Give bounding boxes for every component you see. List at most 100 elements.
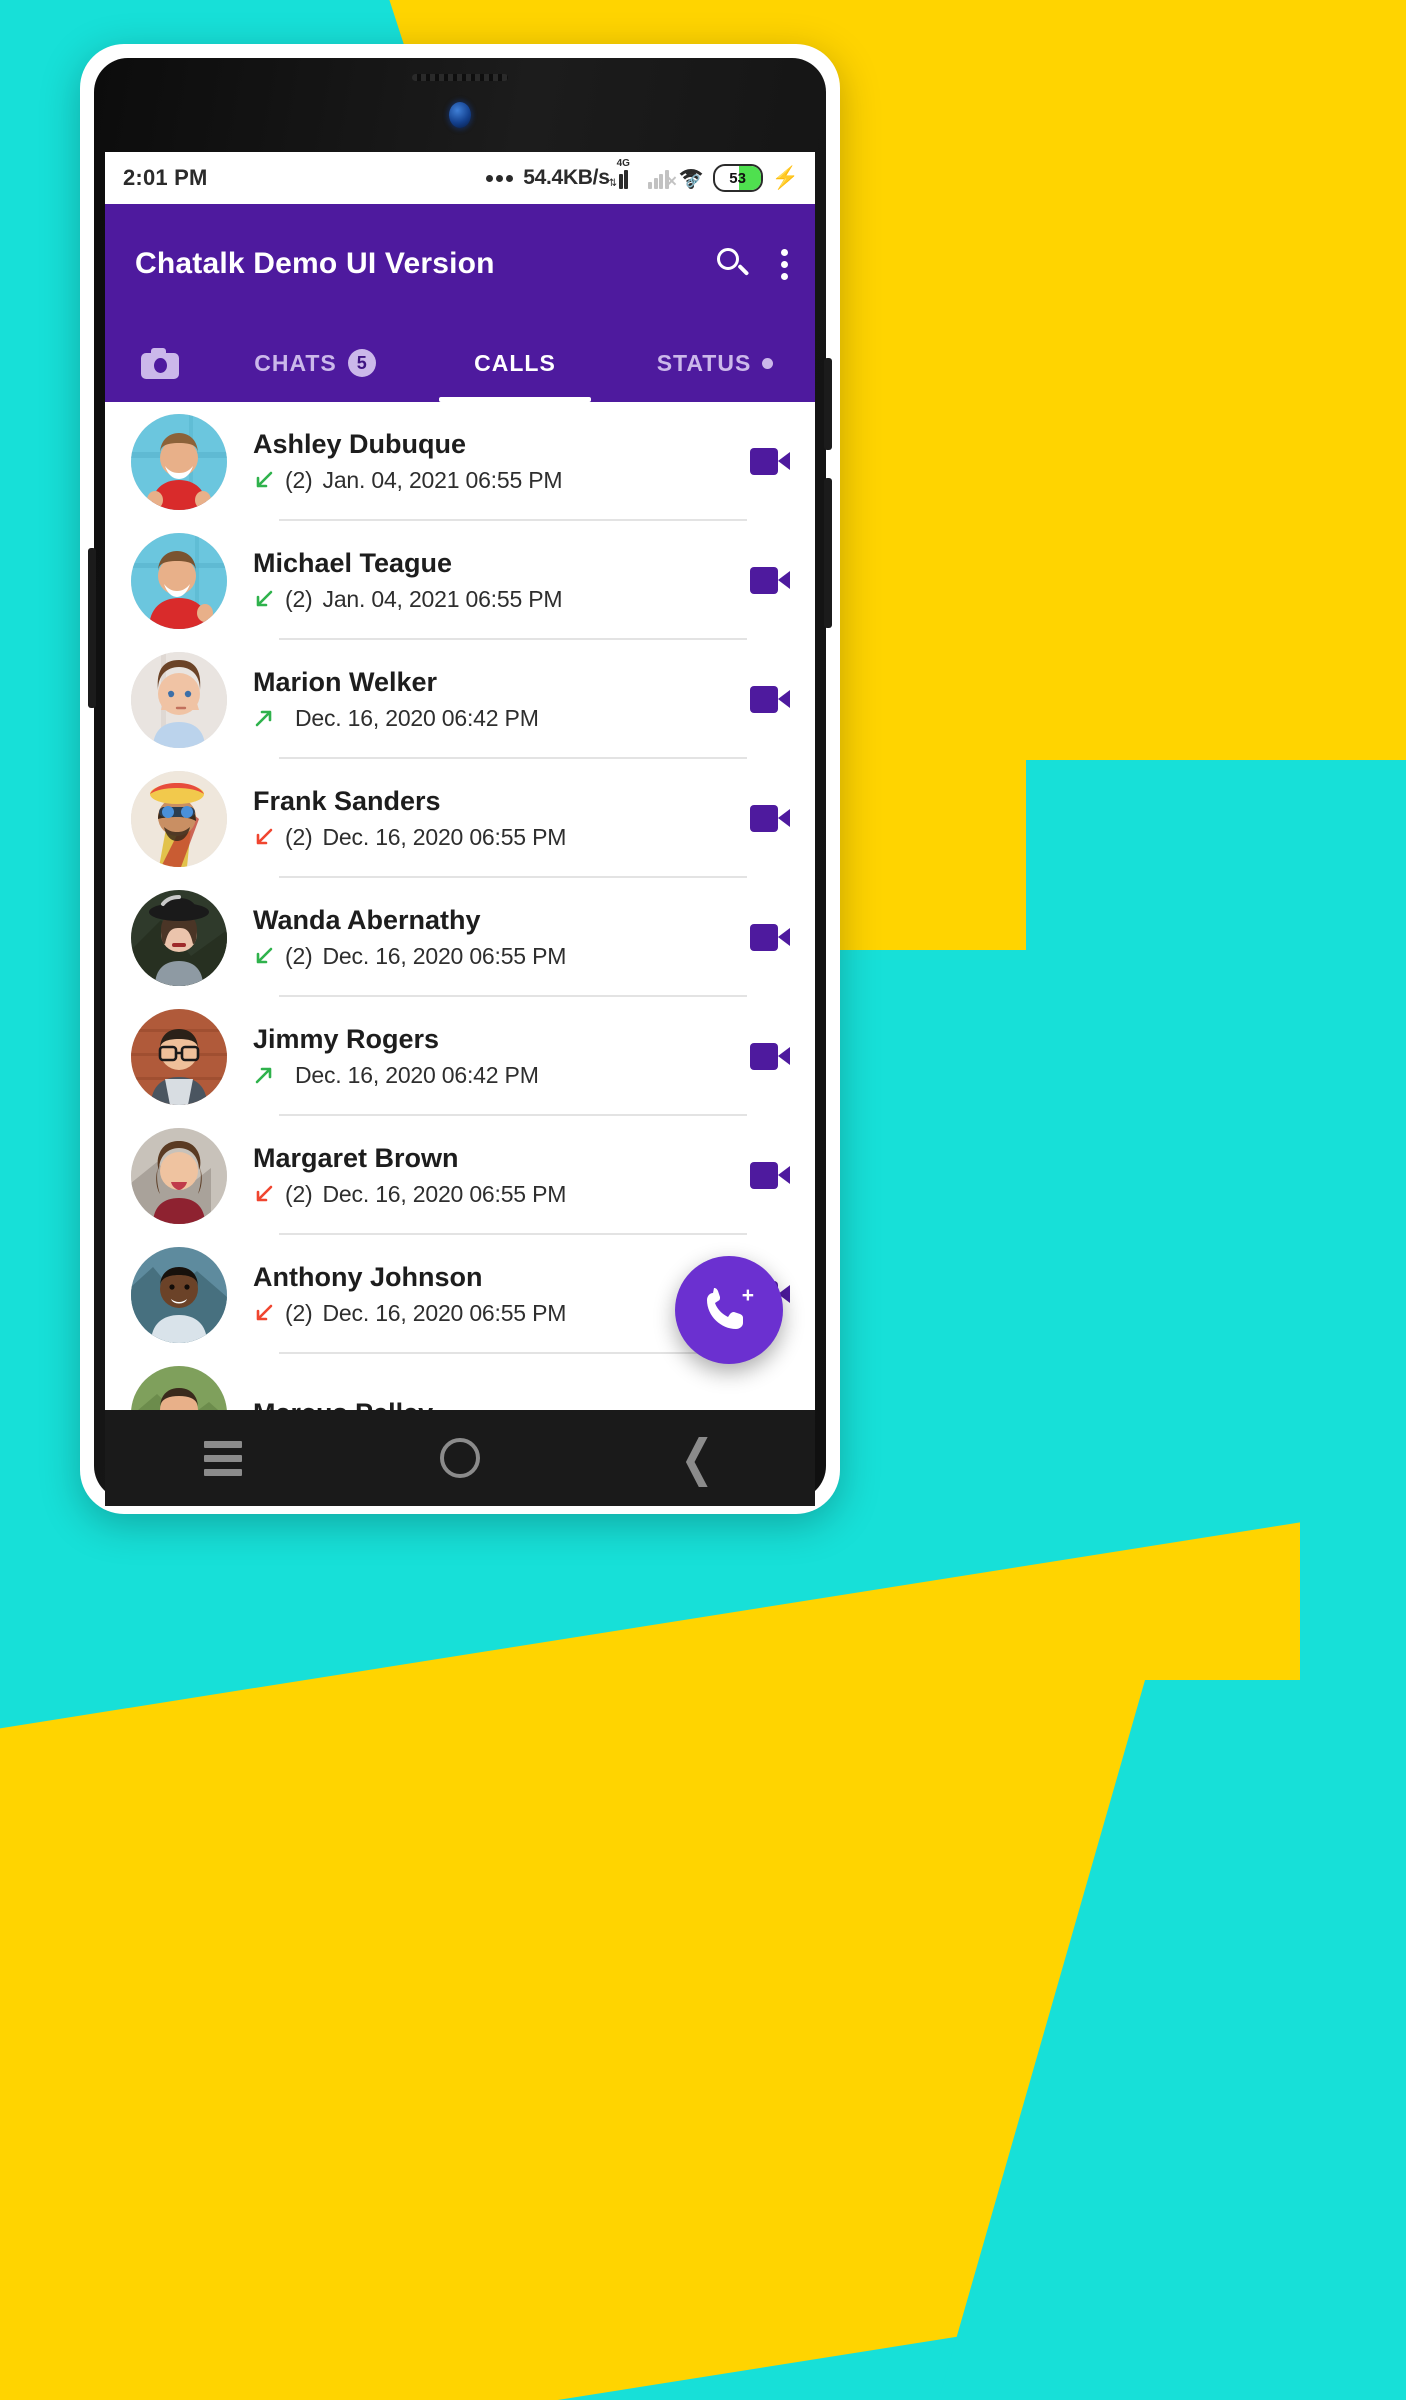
table-row[interactable]: Ashley Dubuque (2) Jan. 04, 2021 06:55 P… (105, 402, 815, 521)
tab-calls[interactable]: CALLS (415, 324, 615, 402)
table-row[interactable]: Jimmy Rogers Dec. 16, 2020 06:42 PM (105, 997, 815, 1116)
android-nav-bar: ❮ (105, 1410, 815, 1506)
call-incoming-icon (253, 469, 275, 491)
call-timestamp: Dec. 16, 2020 06:55 PM (322, 942, 567, 969)
call-meta: (2) Jan. 04, 2021 06:55 PM (253, 467, 737, 494)
avatar (131, 1127, 227, 1224)
page-title: Chatalk Demo UI Version (135, 247, 495, 280)
call-meta: Dec. 16, 2020 06:42 PM (253, 705, 737, 732)
avatar-image (131, 1246, 227, 1343)
video-call-icon[interactable] (747, 1162, 793, 1189)
power-button[interactable] (824, 478, 832, 628)
call-info: Frank Sanders (2) Dec. 16, 2020 06:55 PM (253, 759, 747, 878)
call-meta: (2) Jan. 04, 2021 06:55 PM (253, 586, 737, 613)
nav-back-button[interactable]: ❮ (642, 1423, 752, 1493)
app-bar: Chatalk Demo UI Version (105, 204, 815, 324)
call-meta: Dec. 16, 2020 06:42 PM (253, 1062, 737, 1089)
call-count: (2) (285, 942, 313, 969)
contact-name: Marion Welker (253, 667, 438, 698)
plus-icon: + (741, 1284, 754, 1307)
video-call-icon[interactable] (747, 924, 793, 951)
nav-home-button[interactable] (405, 1423, 515, 1493)
avatar-image (131, 889, 227, 986)
call-count: (2) (285, 466, 313, 493)
contact-name: Wanda Abernathy (253, 905, 481, 936)
status-bar: 2:01 PM 54.4KB/s 4G ⇅ ✕ 🔗 53 ⚡ (105, 152, 815, 204)
table-row[interactable]: Wanda Abernathy (2) Dec. 16, 2020 06:55 … (105, 878, 815, 997)
tab-bar: CHATS 5 CALLS STATUS (105, 324, 815, 402)
call-timestamp: Dec. 16, 2020 06:42 PM (295, 1061, 539, 1088)
call-meta: (2) Dec. 16, 2020 06:55 PM (253, 1181, 737, 1208)
tab-chats-badge: 5 (347, 349, 376, 377)
home-circle-icon (439, 1438, 480, 1478)
back-chevron-icon: ❮ (679, 1430, 714, 1486)
video-call-icon[interactable] (747, 805, 793, 832)
call-info: Marion Welker Dec. 16, 2020 06:42 PM (253, 640, 747, 759)
call-info: Anthony Johnson (2) Dec. 16, 2020 06:55 … (253, 1235, 747, 1354)
contact-name: Ashley Dubuque (253, 429, 467, 460)
table-row[interactable]: Margaret Brown (2) Dec. 16, 2020 06:55 P… (105, 1116, 815, 1235)
tab-status[interactable]: STATUS (615, 324, 815, 402)
calls-list[interactable]: Ashley Dubuque (2) Jan. 04, 2021 06:55 P… (105, 402, 815, 1410)
avatar (131, 532, 227, 629)
avatar-image (131, 1127, 227, 1224)
notification-dots-icon (486, 174, 514, 182)
new-call-fab[interactable]: + (675, 1256, 783, 1364)
tab-status-label: STATUS (656, 349, 752, 376)
battery-level-label: 53 (729, 169, 746, 187)
call-info: Ashley Dubuque (2) Jan. 04, 2021 06:55 P… (253, 402, 747, 521)
data-transfer-icon: ⇅ (608, 178, 617, 189)
call-info: Margaret Brown (2) Dec. 16, 2020 06:55 P… (253, 1116, 747, 1235)
status-icons: 54.4KB/s 4G ⇅ ✕ 🔗 53 ⚡ (486, 158, 799, 192)
call-incoming-icon (253, 588, 275, 610)
more-vertical-icon[interactable] (777, 245, 793, 284)
call-timestamp: Dec. 16, 2020 06:55 PM (322, 823, 567, 850)
call-outgoing-icon (253, 1064, 275, 1086)
call-info: Wanda Abernathy (2) Dec. 16, 2020 06:55 … (253, 878, 747, 997)
avatar (131, 889, 227, 986)
call-timestamp: Dec. 16, 2020 06:55 PM (322, 1299, 567, 1326)
avatar (131, 770, 227, 867)
video-call-icon[interactable] (747, 1043, 793, 1070)
call-missed-icon (253, 1183, 275, 1205)
call-info: Jimmy Rogers Dec. 16, 2020 06:42 PM (253, 997, 747, 1116)
avatar-image (131, 651, 227, 748)
tab-chats[interactable]: CHATS 5 (215, 324, 415, 402)
contact-name: Jimmy Rogers (253, 1024, 440, 1055)
volume-button[interactable] (824, 358, 832, 450)
avatar (131, 1008, 227, 1105)
contact-name: Michael Teague (253, 548, 453, 579)
table-row[interactable]: Marcus Pelley (105, 1354, 815, 1410)
network-speed-label: 54.4KB/s (523, 166, 610, 189)
call-meta: (2) Dec. 16, 2020 06:55 PM (253, 1300, 737, 1327)
network-type-label: 4G (616, 158, 630, 169)
call-timestamp: Dec. 16, 2020 06:55 PM (322, 1180, 567, 1207)
avatar (131, 651, 227, 748)
search-icon[interactable] (717, 248, 749, 280)
call-info: Marcus Pelley (253, 1354, 747, 1410)
call-timestamp: Dec. 16, 2020 06:42 PM (295, 704, 539, 731)
status-time: 2:01 PM (123, 165, 208, 190)
camera-icon (141, 347, 179, 379)
tab-camera[interactable] (105, 324, 215, 402)
avatar-image (131, 413, 227, 510)
call-missed-icon (253, 826, 275, 848)
nav-menu-button[interactable] (168, 1423, 278, 1493)
call-timestamp: Jan. 04, 2021 06:55 PM (322, 466, 563, 493)
video-call-icon[interactable] (747, 686, 793, 713)
avatar-image (131, 770, 227, 867)
call-meta: (2) Dec. 16, 2020 06:55 PM (253, 943, 737, 970)
wifi-icon: 🔗 (674, 168, 707, 189)
call-outgoing-icon (253, 707, 275, 729)
call-missed-icon (253, 1302, 275, 1324)
side-button-left[interactable] (88, 548, 96, 708)
video-call-icon[interactable] (747, 448, 793, 475)
avatar-image (131, 532, 227, 629)
call-info: Michael Teague (2) Jan. 04, 2021 06:55 P… (253, 521, 747, 640)
call-count: (2) (285, 1299, 313, 1326)
video-call-icon[interactable] (747, 567, 793, 594)
battery-icon: 53 (712, 164, 763, 192)
table-row[interactable]: Marion Welker Dec. 16, 2020 06:42 PM (105, 640, 815, 759)
table-row[interactable]: Michael Teague (2) Jan. 04, 2021 06:55 P… (105, 521, 815, 640)
table-row[interactable]: Frank Sanders (2) Dec. 16, 2020 06:55 PM (105, 759, 815, 878)
